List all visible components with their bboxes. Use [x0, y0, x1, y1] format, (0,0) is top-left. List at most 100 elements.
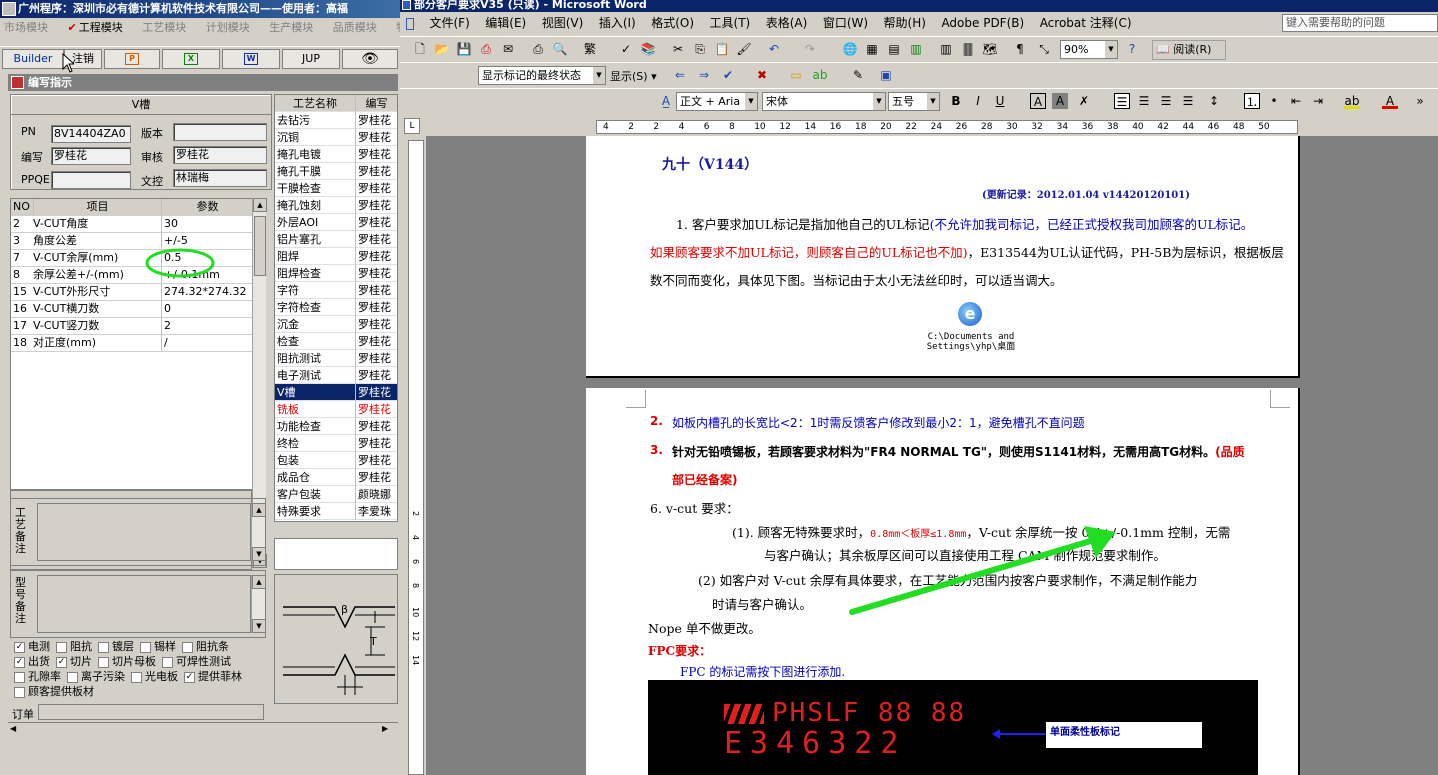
process-row[interactable]: 去钻污 罗桂花	[275, 112, 397, 129]
process-remark-field[interactable]	[37, 503, 251, 561]
process-row[interactable]: 功能检查 罗桂花	[275, 418, 397, 435]
ppqe-field[interactable]	[51, 171, 131, 189]
scroll-left-arrow-icon[interactable]: ◀	[10, 724, 16, 733]
scroll-up-arrow-icon[interactable]: ▲	[252, 575, 266, 589]
menu-edit[interactable]: 编辑(E)	[485, 12, 526, 34]
parameter-row[interactable]: 7 V-CUT余厚(mm) 0.5	[11, 250, 265, 267]
menu-acrobat-comment[interactable]: Acrobat 注释(C)	[1040, 12, 1132, 34]
read-mode-button[interactable]: 📖 阅读(R)	[1152, 40, 1226, 60]
help-search-input[interactable]: 键入需要帮助的问题	[1282, 14, 1438, 32]
bullets-icon[interactable]: •	[1266, 93, 1282, 109]
checkbox-box[interactable]	[67, 671, 78, 683]
process-row[interactable]: 掩孔电镀 罗桂花	[275, 146, 397, 163]
writer-field[interactable]: 罗桂花	[51, 147, 131, 165]
copy-icon[interactable]: ⎘	[692, 41, 708, 57]
menu-help[interactable]: 帮助(H)	[884, 12, 926, 34]
process-row[interactable]: 掩孔蚀刻 罗桂花	[275, 197, 397, 214]
font-color-icon[interactable]: A	[1382, 93, 1398, 109]
process-row[interactable]: 阻焊 罗桂花	[275, 248, 397, 265]
ppt-button[interactable]: P	[104, 49, 160, 69]
process-search-field[interactable]	[274, 538, 398, 570]
pn-field[interactable]: 8V14404ZA0	[51, 125, 131, 143]
cut-icon[interactable]: ✂	[670, 41, 686, 57]
print-icon[interactable]: ⎙	[530, 41, 546, 57]
option-checkbox[interactable]: 可焊性测试	[162, 655, 231, 669]
scroll-down-arrow-icon[interactable]: ▼	[252, 619, 266, 633]
proof-field[interactable]: 林瑞梅	[173, 169, 267, 187]
process-row[interactable]: 终检 罗桂花	[275, 435, 397, 452]
scroll-up-arrow-icon[interactable]: ▲	[252, 503, 266, 517]
process-row[interactable]: 电子测试 罗桂花	[275, 367, 397, 384]
option-checkbox[interactable]: 阻抗条	[182, 640, 229, 654]
option-checkbox[interactable]: ✓ 出货	[14, 655, 50, 669]
process-row[interactable]: 成品仓 罗桂花	[275, 469, 397, 486]
checkbox-box[interactable]	[14, 686, 25, 698]
process-row[interactable]: 阻焊检查 罗桂花	[275, 265, 397, 282]
process-row[interactable]: 沉金 罗桂花	[275, 316, 397, 333]
resize-icon[interactable]: ⤡	[1036, 41, 1052, 57]
option-checkbox[interactable]: 离子污染	[67, 670, 125, 684]
align-right-icon[interactable]: ☰	[1158, 93, 1174, 109]
menu-planning[interactable]: 计划模块	[206, 18, 250, 38]
open-icon[interactable]: 📂	[434, 41, 450, 57]
checkbox-box[interactable]	[98, 656, 109, 668]
checkbox-box[interactable]: ✓	[184, 671, 195, 683]
menu-process[interactable]: 工艺模块	[142, 18, 186, 38]
menu-view[interactable]: 视图(V)	[542, 12, 584, 34]
menu-window[interactable]: 窗口(W)	[823, 12, 868, 34]
justify-icon[interactable]: ☰	[1180, 93, 1196, 109]
next-change-icon[interactable]: ⇒	[696, 67, 712, 83]
char-border-icon[interactable]: A	[1030, 93, 1046, 109]
reviewing-pane-icon[interactable]: ▣	[878, 67, 894, 83]
param-value[interactable]: 2	[161, 318, 251, 334]
menu-tools[interactable]: 工具(T)	[710, 12, 751, 34]
parameter-row[interactable]: 16 V-CUT横刀数 0	[11, 301, 265, 318]
print-preview-icon[interactable]: 🔍	[552, 41, 568, 57]
new-icon[interactable]: 🗋	[412, 41, 428, 57]
styles-icon[interactable]: A̲	[658, 93, 674, 109]
param-value[interactable]: /	[161, 335, 251, 351]
columns-icon[interactable]: ▥	[938, 41, 954, 57]
process-row[interactable]: 检查 罗桂花	[275, 333, 397, 350]
insert-table-icon[interactable]: ▤	[886, 41, 902, 57]
document-map-icon[interactable]: 🗺	[982, 41, 998, 57]
toolbar-options-icon[interactable]: »	[1412, 93, 1428, 109]
align-left-icon[interactable]: ☰	[1114, 93, 1130, 109]
increase-indent-icon[interactable]: ⇥	[1310, 93, 1326, 109]
save-icon[interactable]: 💾	[456, 41, 472, 57]
scroll-up-arrow-icon[interactable]: ▲	[253, 198, 267, 212]
menu-file[interactable]: 文件(F)	[430, 12, 470, 34]
char-shading-icon[interactable]: A	[1052, 93, 1068, 109]
remark-scrollbar[interactable]: ▲ ▼	[251, 503, 266, 561]
style-select[interactable]: 正文 + Aria ▼	[676, 92, 758, 111]
review-field[interactable]: 罗桂花	[173, 146, 267, 164]
process-row[interactable]: 客户包装 颜晓娜	[275, 486, 397, 503]
process-row[interactable]: V槽 罗桂花	[275, 384, 397, 401]
word-button[interactable]: W	[222, 49, 280, 69]
option-checkbox[interactable]: 锡样	[140, 640, 176, 654]
process-row[interactable]: 包装 罗桂花	[275, 452, 397, 469]
paste-icon[interactable]: 📋	[714, 41, 730, 57]
process-row[interactable]: 特殊要求 李爱珠	[275, 503, 397, 520]
process-row[interactable]: 铣板 罗桂花	[275, 401, 397, 418]
process-row[interactable]: 干膜检查 罗桂花	[275, 180, 397, 197]
checkbox-box[interactable]: ✓	[14, 641, 25, 653]
spelling-icon[interactable]: ✓	[618, 41, 634, 57]
option-checkbox[interactable]: ✓ 切片	[56, 655, 92, 669]
checkbox-box[interactable]	[56, 641, 67, 653]
checkbox-box[interactable]	[98, 641, 109, 653]
version-field[interactable]	[173, 123, 267, 141]
drawing-icon[interactable]: 🀫	[960, 41, 976, 57]
process-row[interactable]: 字符检查 罗桂花	[275, 299, 397, 316]
menu-market[interactable]: 市场模块	[4, 18, 48, 38]
insert-excel-icon[interactable]: ▥	[908, 41, 924, 57]
param-value[interactable]: 274.32*274.32	[161, 284, 251, 300]
align-center-icon[interactable]: ☰	[1136, 93, 1152, 109]
italic-icon[interactable]: I	[970, 93, 986, 109]
vertical-ruler[interactable]: 2 4 6 8 10 12 14	[408, 140, 424, 775]
shortcut-label[interactable]: C:\Documents and Settings\yhp\桌面	[916, 332, 1026, 352]
highlight-color-icon[interactable]: ab	[1344, 93, 1360, 109]
show-menu[interactable]: 显示(S) ▾	[610, 68, 657, 84]
pdf-icon[interactable]: ⎙	[478, 41, 494, 57]
builder-button[interactable]: Builder	[2, 49, 64, 69]
